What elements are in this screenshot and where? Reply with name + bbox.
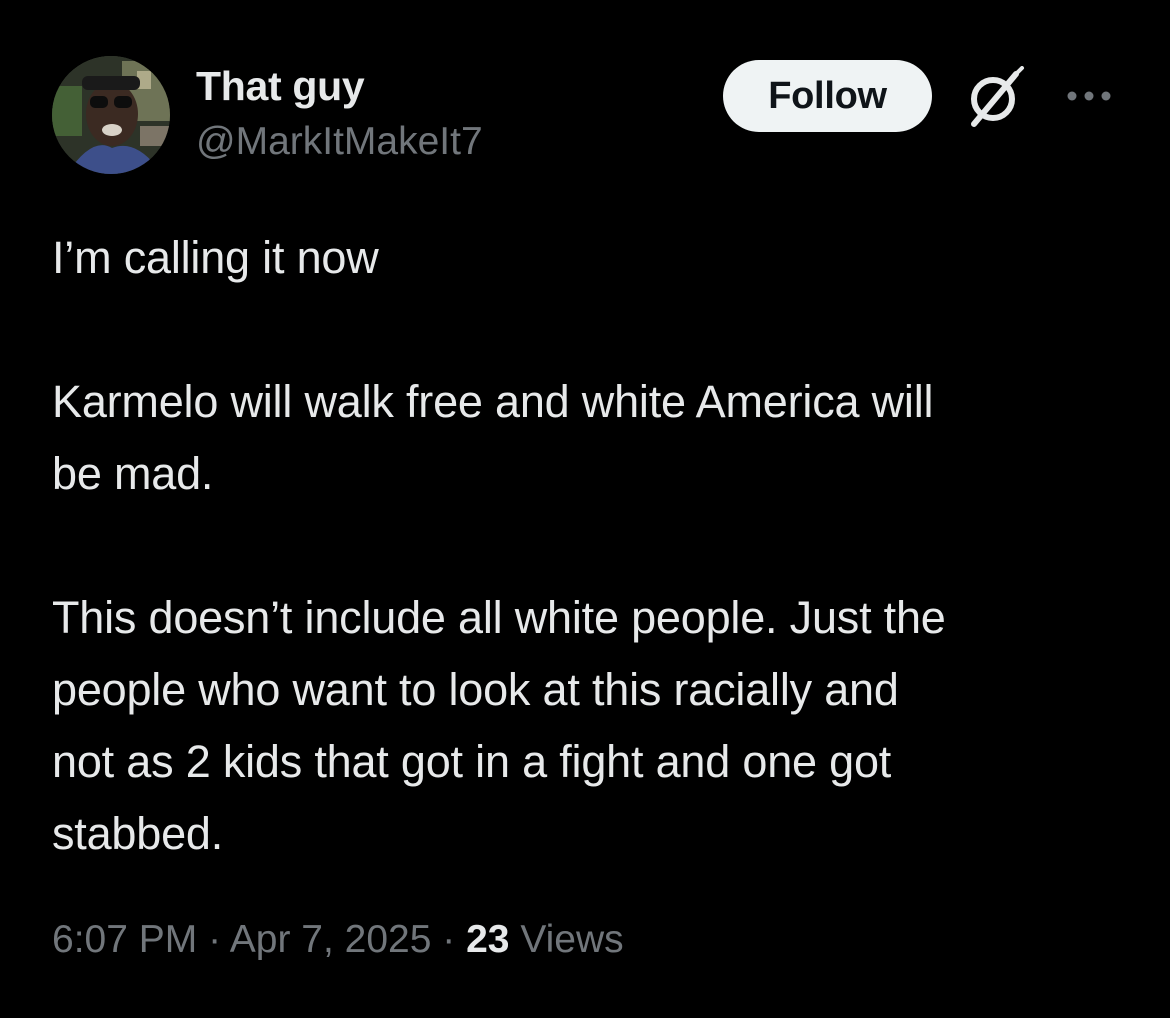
tweet-paragraph: I’m calling it now [52,232,379,283]
tweet-paragraph: Karmelo will walk free and white America… [52,376,934,499]
display-name[interactable]: That guy [196,63,365,110]
tweet-paragraph: This doesn’t include all white people. J… [52,592,946,859]
tweet-date[interactable]: Apr 7, 2025 [230,918,432,961]
meta-separator: · [197,918,230,961]
follow-button[interactable]: Follow [723,60,932,132]
meta-separator: · [431,918,467,961]
more-options-icon[interactable] [1064,84,1114,108]
grok-icon[interactable] [964,66,1026,128]
user-handle[interactable]: @MarkItMakeIt7 [196,120,483,164]
tweet-meta: 6:07 PM · Apr 7, 2025 · 23 Views [52,918,624,962]
views-label[interactable]: Views [509,918,623,961]
tweet-text: I’m calling it now Karmelo will walk fre… [52,222,1132,870]
tweet-time[interactable]: 6:07 PM [52,918,197,961]
views-count[interactable]: 23 [466,918,509,961]
tweet: That guy @MarkItMakeIt7 Follow I’m calli… [0,0,1170,1018]
avatar-image [52,56,170,174]
avatar[interactable] [52,56,170,174]
